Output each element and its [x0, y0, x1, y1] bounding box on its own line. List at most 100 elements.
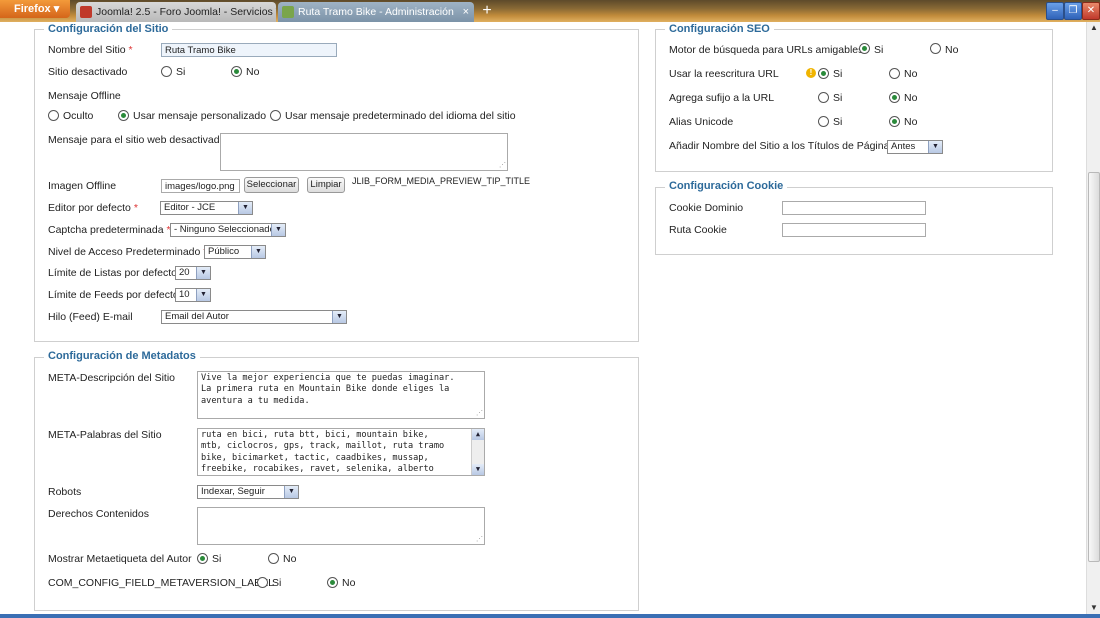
offline-message-label: Mensaje Offline — [48, 90, 121, 102]
chevron-down-icon: ▼ — [251, 246, 265, 258]
show-author-no-radio[interactable] — [268, 553, 279, 564]
legend-seo-config: Configuración SEO — [665, 23, 774, 35]
content-rights-label: Derechos Contenidos — [48, 508, 149, 520]
clear-image-button[interactable]: Limpiar — [307, 177, 345, 193]
suffix-no-radio[interactable] — [889, 92, 900, 103]
editor-select[interactable]: Editor - JCE ▼ — [160, 201, 253, 215]
minimize-icon[interactable]: – — [1046, 2, 1064, 20]
show-author-yes-radio[interactable] — [197, 553, 208, 564]
rewrite-yes-label: Si — [833, 68, 843, 80]
scroll-down-icon[interactable]: ▼ — [472, 464, 484, 475]
close-window-icon[interactable]: ✕ — [1082, 2, 1100, 20]
scroll-up-icon[interactable]: ▲ — [1088, 22, 1100, 34]
unicode-no-label: No — [904, 116, 918, 128]
unicode-alias-label: Alias Unicode — [669, 116, 734, 128]
show-author-label: Mostrar Metaetiqueta del Autor — [48, 553, 192, 565]
offline-msg-hidden-radio[interactable] — [48, 110, 59, 121]
sef-no-label: No — [945, 44, 959, 56]
offline-msg-default-radio[interactable] — [270, 110, 281, 121]
legend-metadata-config: Configuración de Metadatos — [44, 350, 200, 362]
offline-yes-label: Si — [176, 66, 186, 78]
maximize-icon[interactable]: ❐ — [1064, 2, 1082, 20]
sitename-titles-select[interactable]: Antes ▼ — [887, 140, 943, 154]
resize-grip-icon[interactable]: ⋰ — [476, 536, 483, 543]
meta-version-yes-radio[interactable] — [257, 577, 268, 588]
editor-label: Editor por defecto * — [48, 202, 138, 214]
status-bar-edge — [0, 614, 1100, 618]
suffix-yes-label: Si — [833, 92, 843, 104]
offline-no-label: No — [246, 66, 260, 78]
site-name-input[interactable]: Ruta Tramo Bike — [161, 43, 337, 57]
select-image-button[interactable]: Seleccionar — [244, 177, 299, 193]
feed-limit-select[interactable]: 10 ▼ — [175, 288, 211, 302]
sef-yes-radio[interactable] — [859, 43, 870, 54]
offline-label: Sitio desactivado — [48, 66, 128, 78]
meta-keywords-textarea[interactable]: ruta en bici, ruta btt, bici, mountain b… — [197, 428, 485, 476]
captcha-select[interactable]: - Ninguno Seleccionado - ▼ — [170, 223, 286, 237]
feed-limit-label: Límite de Feeds por defecto — [48, 289, 179, 301]
meta-keywords-label: META-Palabras del Sitio — [48, 429, 162, 441]
site-favicon-icon — [282, 6, 294, 18]
offline-text-label: Mensaje para el sitio web desactivado — [48, 134, 226, 146]
scrollbar-thumb[interactable] — [1088, 172, 1100, 562]
tab-ruta-tramo-admin[interactable]: Ruta Tramo Bike - Administración × — [278, 2, 474, 22]
access-level-select[interactable]: Público ▼ — [204, 245, 266, 259]
offline-msg-hidden-label: Oculto — [63, 110, 94, 122]
warning-icon: ! — [806, 68, 816, 78]
page-scrollbar[interactable]: ▲ ▼ — [1086, 22, 1100, 614]
fieldset-cookie-config — [655, 187, 1053, 255]
legend-cookie-config: Configuración Cookie — [665, 180, 788, 192]
suffix-yes-radio[interactable] — [818, 92, 829, 103]
offline-msg-custom-radio[interactable] — [118, 110, 129, 121]
content-rights-textarea[interactable]: ⋰ — [197, 507, 485, 545]
sitename-titles-label: Añadir Nombre del Sitio a los Títulos de… — [669, 140, 895, 152]
feed-email-select[interactable]: Email del Autor ▼ — [161, 310, 347, 324]
chevron-down-icon: ▼ — [271, 224, 285, 236]
close-tab-icon[interactable]: × — [463, 2, 469, 22]
meta-description-label: META-Descripción del Sitio — [48, 372, 176, 384]
offline-image-input[interactable]: images/logo.png — [161, 179, 240, 193]
offline-no-radio[interactable] — [231, 66, 242, 77]
site-name-label: Nombre del Sitio * — [48, 44, 133, 56]
offline-yes-radio[interactable] — [161, 66, 172, 77]
show-author-no-label: No — [283, 553, 297, 565]
url-rewrite-label: Usar la reescritura URL — [669, 68, 779, 80]
tab-title: Joomla! 2.5 - Foro Joomla! - Servicios W… — [96, 6, 276, 18]
sef-no-radio[interactable] — [930, 43, 941, 54]
captcha-label: Captcha predeterminada * — [48, 224, 171, 236]
unicode-yes-radio[interactable] — [818, 116, 829, 127]
scroll-up-icon[interactable]: ▲ — [472, 429, 484, 440]
suffix-no-label: No — [904, 92, 918, 104]
tab-joomla-forum[interactable]: Joomla! 2.5 - Foro Joomla! - Servicios W… — [76, 2, 276, 22]
keywords-scrollbar[interactable]: ▲ ▼ — [471, 429, 484, 475]
new-tab-button[interactable]: + — [478, 3, 496, 19]
scroll-down-icon[interactable]: ▼ — [1088, 602, 1100, 614]
list-limit-select[interactable]: 20 ▼ — [175, 266, 211, 280]
chevron-down-icon: ▼ — [284, 486, 298, 498]
chevron-down-icon: ▼ — [928, 141, 942, 153]
meta-version-yes-label: Si — [272, 577, 282, 589]
tab-title: Ruta Tramo Bike - Administración — [298, 6, 454, 18]
offline-text-textarea[interactable]: ⋰ — [220, 133, 508, 171]
resize-grip-icon[interactable]: ⋰ — [476, 410, 483, 417]
sef-urls-label: Motor de búsqueda para URLs amigables — [669, 44, 864, 56]
robots-label: Robots — [48, 486, 82, 498]
feed-email-label: Hilo (Feed) E-mail — [48, 311, 133, 323]
cookie-domain-input[interactable] — [782, 201, 926, 215]
cookie-path-input[interactable] — [782, 223, 926, 237]
access-level-label: Nivel de Acceso Predeterminado * — [48, 246, 207, 258]
robots-select[interactable]: Indexar, Seguir ▼ — [197, 485, 299, 499]
unicode-no-radio[interactable] — [889, 116, 900, 127]
rewrite-no-radio[interactable] — [889, 68, 900, 79]
rewrite-yes-radio[interactable] — [818, 68, 829, 79]
meta-description-textarea[interactable]: Vive la mejor experiencia que te puedas … — [197, 371, 485, 419]
offline-msg-default-label: Usar mensaje predeterminado del idioma d… — [285, 110, 516, 122]
show-author-yes-label: Si — [212, 553, 222, 565]
browser-tab-strip: Firefox ▾ Joomla! 2.5 - Foro Joomla! - S… — [0, 0, 1100, 22]
cookie-path-label: Ruta Cookie — [669, 224, 727, 236]
chevron-down-icon: ▼ — [196, 289, 210, 301]
firefox-menu-button[interactable]: Firefox ▾ — [0, 0, 70, 18]
media-preview-tip: JLIB_FORM_MEDIA_PREVIEW_TIP_TITLE — [352, 176, 531, 186]
resize-grip-icon[interactable]: ⋰ — [499, 162, 506, 169]
meta-version-no-radio[interactable] — [327, 577, 338, 588]
